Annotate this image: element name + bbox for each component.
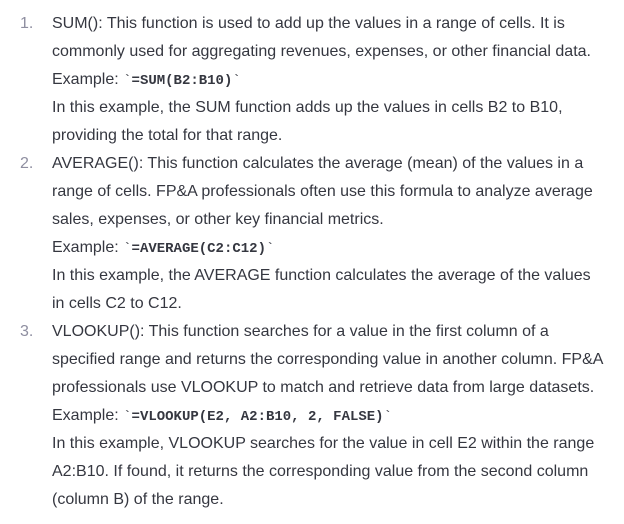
item-explanation: In this example, VLOOKUP searches for th… xyxy=(52,430,604,514)
backtick: ` xyxy=(123,73,131,89)
backtick: ` xyxy=(123,409,131,425)
list-item: VLOOKUP(): This function searches for a … xyxy=(20,318,604,514)
backtick: ` xyxy=(232,73,240,89)
code-snippet: =VLOOKUP(E2, A2:B10, 2, FALSE) xyxy=(132,409,384,425)
item-explanation: In this example, the AVERAGE function ca… xyxy=(52,262,604,318)
backtick: ` xyxy=(266,241,274,257)
item-example-line: Example: `=VLOOKUP(E2, A2:B10, 2, FALSE)… xyxy=(52,402,604,430)
list-item: AVERAGE(): This function calculates the … xyxy=(20,150,604,318)
list-item: SUM(): This function is used to add up t… xyxy=(20,10,604,150)
item-description: SUM(): This function is used to add up t… xyxy=(52,10,604,66)
example-label: Example: xyxy=(52,407,123,424)
function-list: SUM(): This function is used to add up t… xyxy=(20,10,604,514)
example-label: Example: xyxy=(52,71,123,88)
code-snippet: =AVERAGE(C2:C12) xyxy=(132,241,266,257)
example-label: Example: xyxy=(52,239,123,256)
item-description: AVERAGE(): This function calculates the … xyxy=(52,150,604,234)
backtick: ` xyxy=(384,409,392,425)
item-example-line: Example: `=SUM(B2:B10)` xyxy=(52,66,604,94)
code-snippet: =SUM(B2:B10) xyxy=(132,73,233,89)
backtick: ` xyxy=(123,241,131,257)
item-description: VLOOKUP(): This function searches for a … xyxy=(52,318,604,402)
item-example-line: Example: `=AVERAGE(C2:C12)` xyxy=(52,234,604,262)
item-explanation: In this example, the SUM function adds u… xyxy=(52,94,604,150)
